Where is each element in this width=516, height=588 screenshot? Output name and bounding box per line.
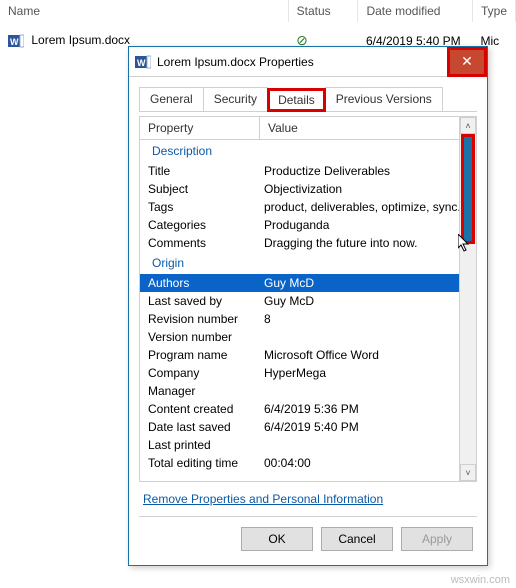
row-authors[interactable]: AuthorsGuy McD [140,274,476,292]
watermark: wsxwin.com [451,574,510,586]
header-value[interactable]: Value [260,117,476,139]
tab-security[interactable]: Security [203,87,268,111]
row-version[interactable]: Version number [140,328,476,346]
tab-strip: General Security Details Previous Versio… [139,87,477,112]
row-subject[interactable]: SubjectObjectivization [140,180,476,198]
row-revision[interactable]: Revision number8 [140,310,476,328]
row-company[interactable]: CompanyHyperMega [140,364,476,382]
cancel-button[interactable]: Cancel [321,527,393,551]
vertical-scrollbar[interactable]: ˄ ˅ [459,117,476,481]
header-property[interactable]: Property [140,117,260,139]
row-program[interactable]: Program nameMicrosoft Office Word [140,346,476,364]
row-last-printed[interactable]: Last printed [140,436,476,454]
tab-previous-versions[interactable]: Previous Versions [325,87,443,111]
row-total-editing-time[interactable]: Total editing time00:04:00 [140,454,476,472]
tab-details[interactable]: Details [267,88,326,112]
chevron-up-icon: ˄ [465,121,470,131]
scroll-up-button[interactable]: ˄ [460,117,476,134]
button-bar: OK Cancel Apply [139,516,477,555]
properties-body[interactable]: Description TitleProductize Deliverables… [140,140,476,481]
svg-text:W: W [10,37,19,47]
titlebar[interactable]: W Lorem Ipsum.docx Properties ✕ [129,47,487,77]
row-date-last-saved[interactable]: Date last saved6/4/2019 5:40 PM [140,418,476,436]
scroll-down-button[interactable]: ˅ [460,464,476,481]
row-categories[interactable]: CategoriesProduganda [140,216,476,234]
close-button[interactable]: ✕ [447,47,487,77]
ok-button[interactable]: OK [241,527,313,551]
properties-dialog: W Lorem Ipsum.docx Properties ✕ General … [128,46,488,566]
col-status[interactable]: Status [288,0,358,22]
word-file-icon: W [135,54,151,70]
close-icon: ✕ [461,53,473,70]
row-content-created[interactable]: Content created6/4/2019 5:36 PM [140,400,476,418]
apply-button[interactable]: Apply [401,527,473,551]
svg-text:W: W [137,58,146,68]
col-type[interactable]: Type [472,0,515,22]
dialog-title: Lorem Ipsum.docx Properties [157,55,447,69]
properties-grid: Property Value Description TitleProducti… [139,116,477,482]
scroll-thumb[interactable] [461,134,475,244]
section-description: Description [140,140,476,162]
col-date[interactable]: Date modified [358,0,473,22]
row-tags[interactable]: Tagsproduct, deliverables, optimize, syn… [140,198,476,216]
word-file-icon: W [8,33,24,49]
file-name: Lorem Ipsum.docx [31,33,130,47]
section-origin: Origin [140,252,476,274]
tab-general[interactable]: General [139,87,204,111]
row-comments[interactable]: CommentsDragging the future into now. [140,234,476,252]
col-name[interactable]: Name [0,0,288,22]
remove-properties-link[interactable]: Remove Properties and Personal Informati… [139,482,477,516]
row-manager[interactable]: Manager [140,382,476,400]
row-title[interactable]: TitleProductize Deliverables [140,162,476,180]
row-last-saved-by[interactable]: Last saved byGuy McD [140,292,476,310]
chevron-down-icon: ˅ [465,468,470,478]
